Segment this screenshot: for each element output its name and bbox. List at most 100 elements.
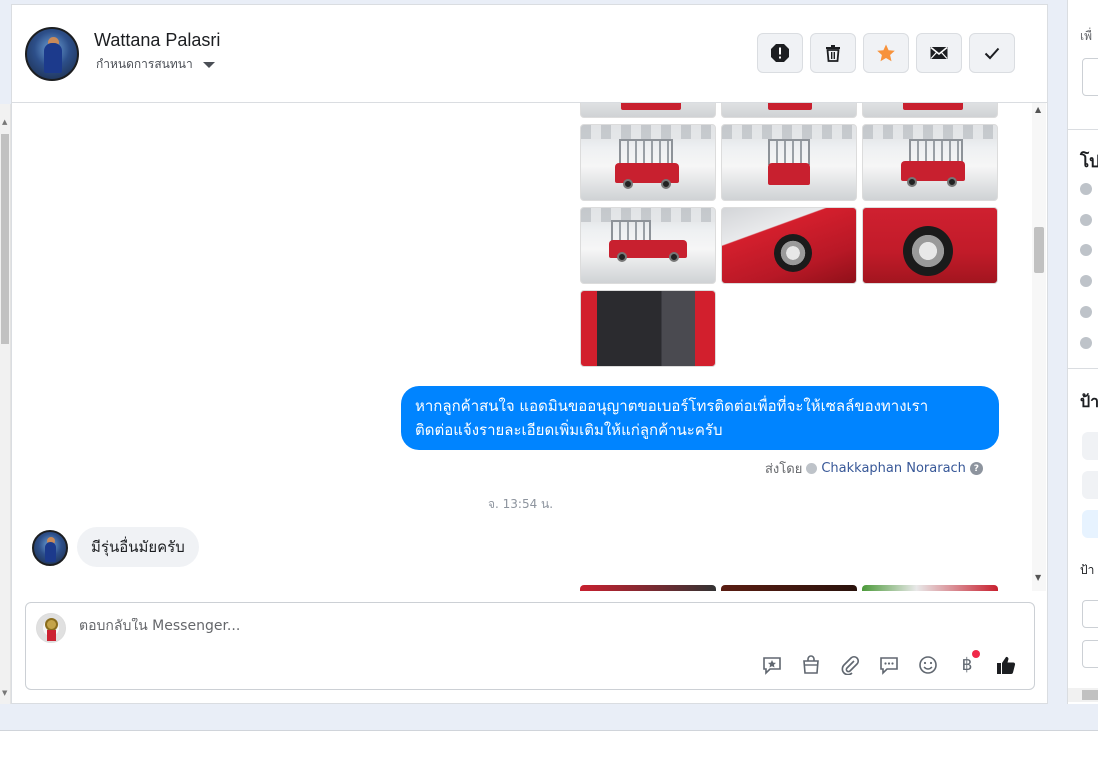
scroll-up-arrow-icon[interactable]: ▲ — [2, 118, 7, 126]
envelope-icon — [930, 46, 948, 59]
help-icon[interactable]: ? — [969, 462, 983, 475]
location-pin-icon — [1080, 306, 1092, 318]
reply-input[interactable] — [79, 618, 679, 634]
reply-box: ฿ — [25, 602, 1035, 690]
scroll-down-arrow-icon[interactable]: ▼ — [1035, 573, 1041, 582]
panel-input-partial[interactable] — [1082, 640, 1098, 668]
notification-dot — [972, 650, 980, 658]
panel-horizontal-scrollbar[interactable] — [1068, 688, 1098, 702]
location-pin-icon — [1080, 337, 1092, 349]
attachment-image[interactable] — [721, 207, 857, 284]
wheel-shape — [661, 179, 671, 189]
panel-text-partial: เพื่ — [1080, 29, 1093, 43]
saved-reply-icon — [763, 657, 781, 675]
attachment-image[interactable] — [580, 124, 716, 201]
attachment-image[interactable] — [580, 207, 716, 284]
panel-input-partial[interactable] — [1082, 600, 1098, 628]
truck-shape — [621, 103, 681, 110]
ribbon-icon — [47, 630, 56, 641]
report-button[interactable] — [757, 33, 803, 73]
bottom-divider — [0, 730, 1098, 731]
mail-button[interactable] — [916, 33, 962, 73]
attachment-image[interactable] — [862, 124, 998, 201]
avatar-figure — [44, 43, 62, 73]
conversation-setting-label: กำหนดการสนทนา — [96, 57, 193, 71]
like-icon — [1080, 214, 1092, 226]
panel-section-heading: ป้า — [1080, 392, 1098, 411]
attachment-image[interactable] — [862, 585, 998, 591]
agent-status-icon — [806, 463, 818, 474]
panel-divider — [1068, 129, 1098, 130]
message-scrollbar-thumb[interactable] — [1034, 227, 1044, 273]
caret-down-icon — [202, 61, 215, 68]
outgoing-message[interactable]: หากลูกค้าสนใจ แอดมินขออนุญาตขอเบอร์โทรติ… — [401, 386, 999, 450]
message-scrollbar[interactable]: ▲ ▼ — [1032, 103, 1046, 591]
page: ▲ ▼ Wattana Palasri กำหนดการสนทนา หากลูก… — [0, 0, 1098, 762]
panel-heading-partial — [1080, 0, 1086, 9]
outgoing-message-line: หากลูกค้าสนใจ แอดมินขออนุญาตขอเบอร์โทรติ… — [415, 397, 929, 415]
quick-reply-button[interactable] — [878, 654, 900, 676]
chat-bubble-icon — [880, 657, 898, 675]
customer-avatar[interactable] — [25, 27, 79, 81]
emoji-icon — [919, 656, 937, 674]
add-label-chip[interactable] — [1082, 510, 1098, 538]
conversation-header: Wattana Palasri กำหนดการสนทนา — [12, 5, 1047, 103]
header-actions — [757, 33, 1015, 73]
attachment-image[interactable] — [721, 124, 857, 201]
wheel-shape — [623, 179, 633, 189]
attachment-image[interactable] — [862, 103, 998, 118]
avatar-figure — [45, 542, 56, 562]
panel-text-partial: ป้า — [1080, 563, 1095, 577]
cargo-rack-shape — [611, 220, 651, 242]
outgoing-message-line: ติดต่อแจ้งรายละเอียดเพิ่มเติมให้แก่ลูกค้… — [415, 421, 723, 439]
delete-button[interactable] — [810, 33, 856, 73]
customer-info-panel: เพื่ โป ป้า ป้า — [1067, 0, 1098, 704]
payment-button[interactable]: ฿ — [956, 650, 980, 676]
attachment-image[interactable] — [721, 585, 857, 591]
customer-avatar-small[interactable] — [32, 530, 68, 566]
left-scrollbar-thumb[interactable] — [1, 134, 9, 344]
attachment-image[interactable] — [862, 207, 998, 284]
truck-shape — [903, 103, 963, 110]
emoji-button[interactable] — [917, 654, 939, 676]
scroll-down-arrow-icon[interactable]: ▼ — [2, 689, 7, 697]
cargo-rack-shape — [768, 139, 810, 165]
alert-octagon-icon — [771, 44, 789, 62]
panel-divider — [1068, 368, 1098, 369]
panel-input-partial[interactable] — [1082, 58, 1098, 96]
attach-button[interactable] — [839, 654, 861, 676]
truck-shape — [768, 163, 810, 185]
sent-by-info: ส่งโดย Chakkaphan Norarach ? — [765, 458, 983, 479]
saved-reply-button[interactable] — [761, 654, 783, 676]
shop-bag-icon — [803, 655, 819, 674]
panel-scrollbar-thumb[interactable] — [1082, 690, 1098, 700]
wheel-shape — [947, 177, 957, 187]
left-scrollbar[interactable]: ▲ ▼ — [0, 104, 11, 704]
conversation-setting-dropdown[interactable]: กำหนดการสนทนา — [96, 55, 215, 74]
star-button[interactable] — [863, 33, 909, 73]
incoming-message[interactable]: มีรุ่นอื่นมัยครับ — [77, 527, 199, 567]
scroll-up-arrow-icon[interactable]: ▲ — [1035, 105, 1041, 114]
like-button[interactable] — [995, 654, 1017, 676]
star-icon — [877, 44, 895, 62]
shop-button[interactable] — [800, 654, 822, 676]
sent-by-agent[interactable]: Chakkaphan Norarach — [821, 461, 966, 476]
wheel-shape — [669, 252, 679, 262]
attachment-image[interactable] — [580, 103, 716, 118]
customer-name[interactable]: Wattana Palasri — [94, 30, 220, 51]
label-chip[interactable] — [1082, 432, 1098, 460]
wheel-shape — [907, 177, 917, 187]
done-button[interactable] — [969, 33, 1015, 73]
attachment-image[interactable] — [580, 585, 716, 591]
attachment-image[interactable] — [721, 103, 857, 118]
page-avatar — [36, 613, 66, 643]
attachment-icon — [841, 655, 860, 675]
reply-tools: ฿ — [761, 650, 1017, 676]
graduation-icon — [1080, 275, 1092, 287]
truck-shape — [768, 103, 812, 110]
baht-icon: ฿ — [961, 655, 973, 675]
label-chip[interactable] — [1082, 471, 1098, 499]
attachment-image[interactable] — [580, 290, 716, 367]
message-list[interactable]: หากลูกค้าสนใจ แอดมินขออนุญาตขอเบอร์โทรติ… — [12, 103, 1047, 591]
clock-icon — [1080, 183, 1092, 195]
